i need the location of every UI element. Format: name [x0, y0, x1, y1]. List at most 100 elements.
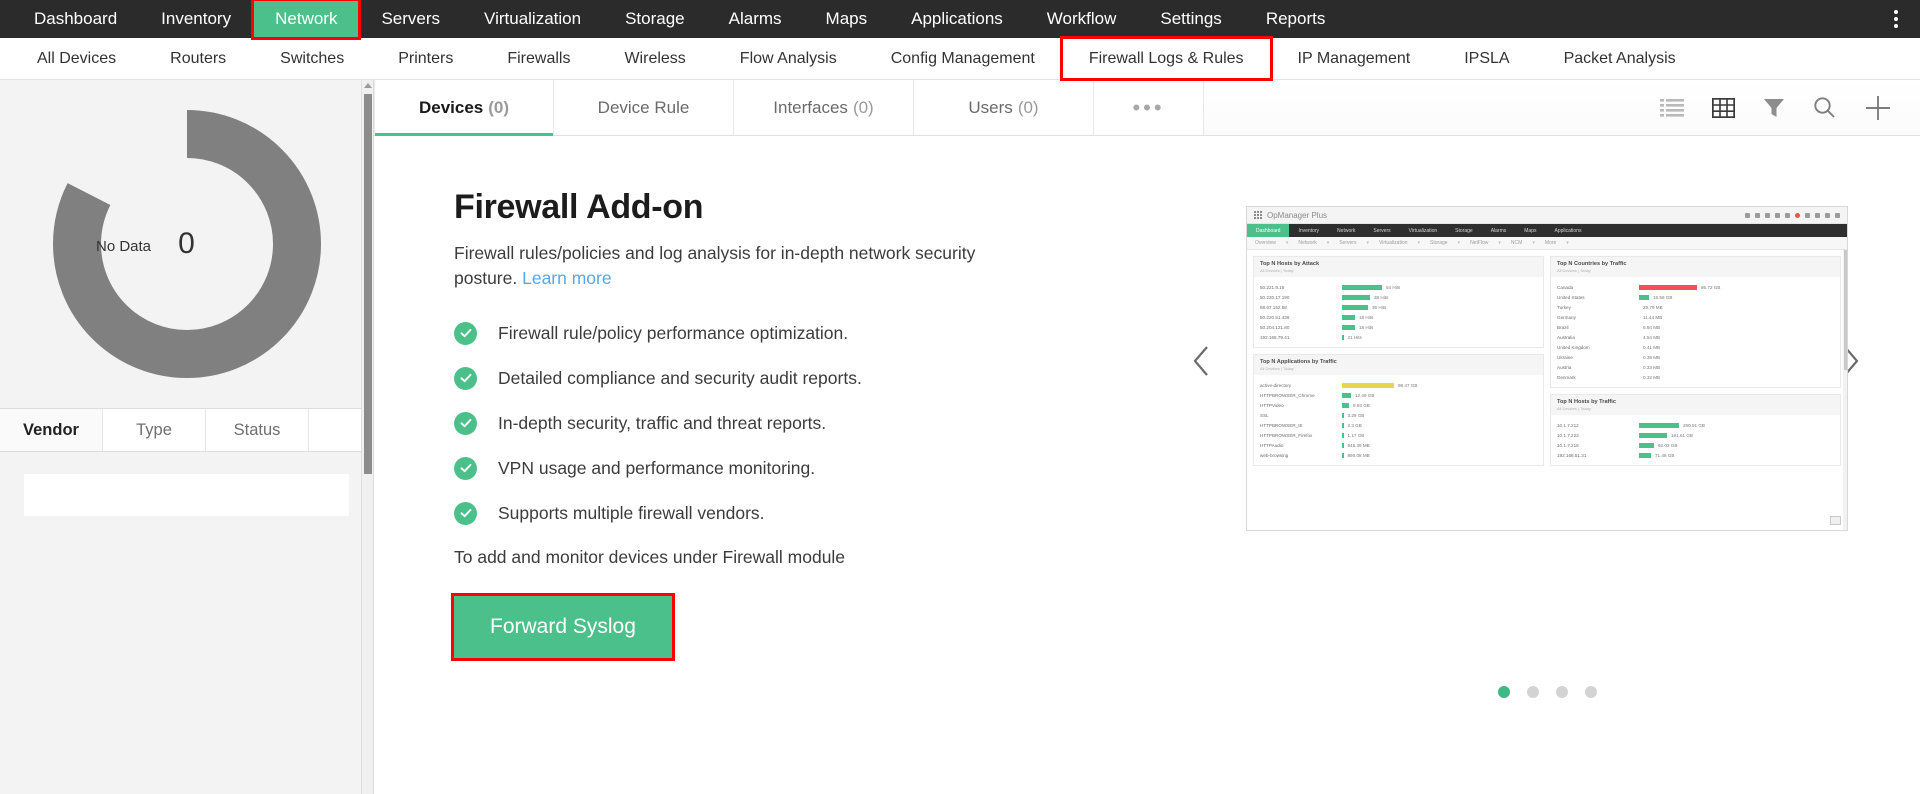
preview-row-label: Austria	[1557, 364, 1572, 370]
filter-icon[interactable]	[1763, 97, 1785, 119]
preview-row-label: 50.221.9.15	[1260, 284, 1285, 290]
preview-row-value: 9.93 GB	[1353, 402, 1370, 408]
topnav-item-network[interactable]: Network	[251, 0, 362, 40]
carousel-dot[interactable]	[1555, 686, 1568, 698]
subnav-item-firewalls[interactable]: Firewalls	[480, 38, 597, 79]
tab-label: Interfaces	[773, 97, 848, 117]
device-donut-chart: 0 No Data	[0, 80, 373, 408]
topnav-item-storage[interactable]: Storage	[603, 0, 707, 38]
carousel-dot[interactable]	[1526, 686, 1539, 698]
preview-row-label: United Kingdom	[1557, 344, 1590, 350]
forward-syslog-button[interactable]: Forward Syslog	[454, 595, 672, 658]
scroll-up-arrow-icon[interactable]	[363, 83, 372, 88]
preview-row-value: 945.35 MB	[1347, 442, 1370, 448]
preview-row-bar-zone: 36 Hits	[1342, 304, 1537, 310]
feature-item: VPN usage and performance monitoring.	[454, 456, 1174, 480]
list-view-icon[interactable]	[1660, 98, 1684, 118]
topnav-item-dashboard[interactable]: Dashboard	[12, 0, 139, 38]
feature-label: Firewall rule/policy performance optimiz…	[498, 322, 849, 343]
tab-more-options[interactable]: •••	[1094, 80, 1204, 135]
preview-row-value: 36 Hits	[1372, 304, 1387, 310]
preview-row-bar	[1639, 284, 1697, 290]
search-icon[interactable]	[1813, 96, 1836, 119]
grid-view-icon[interactable]	[1712, 97, 1735, 118]
topnav-item-maps[interactable]: Maps	[804, 0, 890, 38]
sub-navigation-bar: All Devices Routers Switches Printers Firewa…	[0, 36, 1920, 81]
preview-row-bar	[1639, 432, 1667, 438]
preview-row-bar-zone: 3.29 GB	[1342, 412, 1537, 418]
user-icon	[1835, 212, 1840, 218]
subnav-item-switches[interactable]: Switches	[253, 38, 371, 79]
carousel-dot[interactable]	[1497, 686, 1510, 698]
sidebar-tab-vendor[interactable]: Vendor	[0, 409, 103, 451]
preview-subnav-item: NetFlow	[1470, 240, 1489, 246]
tab-count: (0)	[1017, 97, 1039, 117]
carousel-dot[interactable]	[1584, 686, 1597, 698]
add-icon[interactable]	[1864, 94, 1892, 122]
sidebar-tab-strip: Vendor Type Status	[0, 408, 373, 452]
donut-graphic: 0	[42, 99, 332, 389]
preview-widget-rows: Canada 95.72 GB United States 15.56 GB Turke…	[1551, 277, 1840, 387]
subnav-item-config-management[interactable]: Config Management	[864, 38, 1062, 79]
tab-device-rule[interactable]: Device Rule	[554, 80, 734, 135]
topnav-item-settings[interactable]: Settings	[1138, 0, 1243, 38]
preview-row-label: Brazil	[1557, 324, 1569, 330]
topnav-item-servers[interactable]: Servers	[359, 0, 462, 38]
scrollbar-thumb[interactable]	[364, 94, 372, 474]
preview-widget-row: SSL 3.29 GB	[1260, 410, 1537, 420]
subnav-item-all-devices[interactable]: All Devices	[10, 38, 143, 79]
preview-row-bar-zone: 54 Hits	[1342, 284, 1537, 290]
preview-row-bar-zone: 2.3 GB	[1342, 422, 1537, 428]
preview-row-label: Germany	[1557, 314, 1576, 320]
feature-label: In-depth security, traffic and threat re…	[498, 412, 827, 433]
preview-row-label: 192.168.51.31	[1557, 452, 1587, 458]
preview-row-label: Canada	[1557, 284, 1574, 290]
check-circle-icon	[454, 411, 477, 435]
vertical-dots-icon[interactable]	[1882, 0, 1910, 38]
topnav-item-reports[interactable]: Reports	[1244, 0, 1348, 38]
tab-users[interactable]: Users (0)	[914, 80, 1094, 135]
sidebar-tab-status[interactable]: Status	[206, 409, 309, 451]
preview-widget: Top N Applications by Traffic All Devices…	[1253, 354, 1544, 466]
tab-label: Devices	[418, 97, 484, 117]
preview-widget-grid: Top N Hosts by Attack All Devices | Today…	[1247, 250, 1847, 472]
subnav-item-ip-management[interactable]: IP Management	[1271, 38, 1438, 79]
battery-icon	[1805, 212, 1810, 218]
topnav-item-applications[interactable]: Applications	[889, 0, 1025, 38]
preview-row-bar-zone: 18 Hits	[1342, 314, 1537, 320]
preview-row-label: Ukraine	[1557, 354, 1573, 360]
sidebar-empty-card	[24, 474, 349, 516]
sidebar-scrollbar[interactable]	[361, 80, 373, 794]
preview-row-bar	[1342, 314, 1355, 320]
preview-row-value: 0.33 MB	[1643, 364, 1661, 370]
learn-more-link[interactable]: Learn more	[522, 268, 612, 288]
subnav-item-firewall-logs-rules[interactable]: Firewall Logs & Rules	[1059, 36, 1273, 81]
chevron-left-icon[interactable]	[1184, 338, 1218, 384]
topnav-item-virtualization[interactable]: Virtualization	[462, 0, 603, 38]
preview-widget-title: Top N Hosts by Traffic	[1557, 399, 1616, 405]
rocket-icon	[1745, 212, 1750, 218]
topnav-item-inventory[interactable]: Inventory	[139, 0, 253, 38]
preview-widget-rows: active-directory 98.47 GB HTTPBROWSER_Chro…	[1254, 375, 1543, 465]
preview-widget-row: Australia 4.54 MB	[1557, 332, 1834, 342]
preview-widget: Top N Hosts by Attack All Devices | Today…	[1253, 256, 1544, 348]
tab-interfaces[interactable]: Interfaces (0)	[734, 80, 914, 135]
preview-row-bar-zone: 92.02 GB	[1639, 442, 1834, 448]
preview-resize-handle-icon	[1830, 516, 1841, 525]
subnav-item-routers[interactable]: Routers	[143, 38, 253, 79]
subnav-item-flow-analysis[interactable]: Flow Analysis	[713, 38, 864, 79]
preview-row-label: Denmark	[1557, 374, 1576, 380]
subnav-item-printers[interactable]: Printers	[371, 38, 480, 79]
preview-widget-row: United Kingdom 0.41 MB	[1557, 342, 1834, 352]
sidebar-tab-type[interactable]: Type	[103, 409, 206, 451]
subnav-item-packet-analysis[interactable]: Packet Analysis	[1537, 38, 1703, 79]
subnav-item-ipsla[interactable]: IPSLA	[1437, 38, 1536, 79]
preview-widget-header: Top N Hosts by Attack All Devices | Today	[1254, 257, 1543, 277]
page-title: Firewall Add-on	[454, 188, 704, 226]
topnav-item-workflow[interactable]: Workflow	[1025, 0, 1139, 38]
preview-window-header: OpManager Plus	[1247, 207, 1847, 224]
subnav-item-wireless[interactable]: Wireless	[597, 38, 712, 79]
tab-devices[interactable]: Devices (0)	[374, 80, 554, 136]
preview-row-value: 92.02 GB	[1658, 442, 1678, 448]
topnav-item-alarms[interactable]: Alarms	[707, 0, 804, 38]
